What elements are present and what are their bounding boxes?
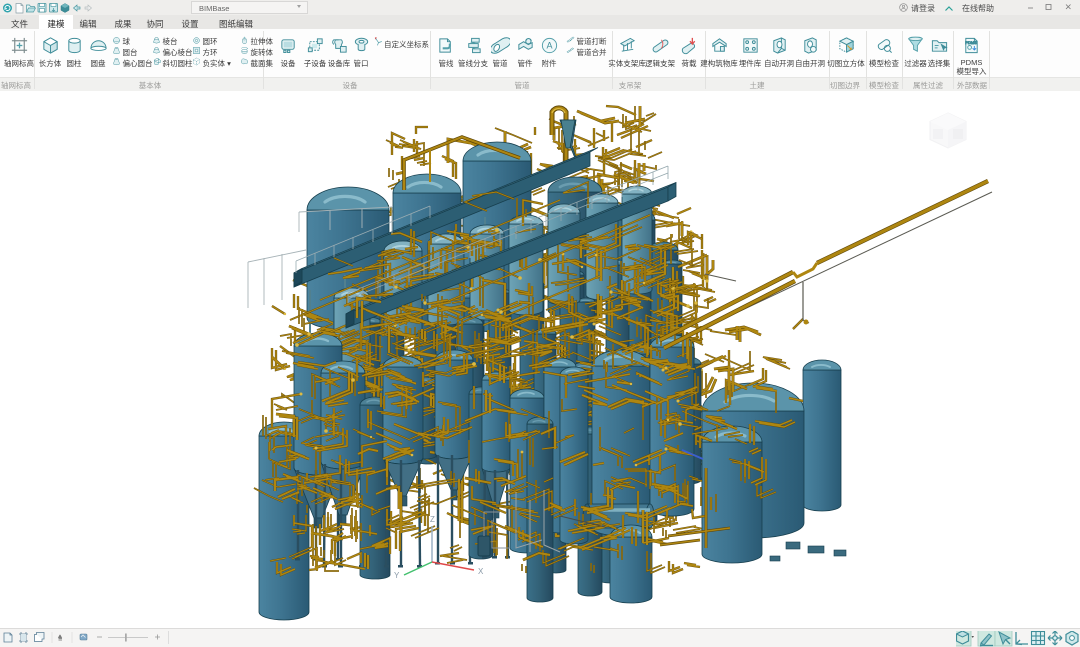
svg-text:X: X [478,567,484,576]
svg-text:A: A [546,41,552,51]
svg-text:Y: Y [394,571,400,580]
svg-text:Z: Z [430,515,435,524]
svg-text:PDMS: PDMS [965,40,977,45]
